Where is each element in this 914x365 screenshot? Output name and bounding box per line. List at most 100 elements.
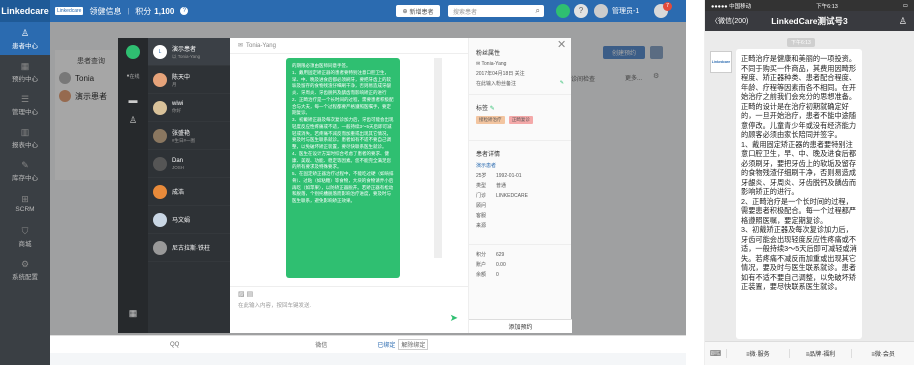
chat-window: ✉ Tonia-Yang 的期限必须由医师同意手签。 1、戴用固定矫正器的患者要特… — [230, 38, 468, 333]
search-placeholder: 搜索患者 — [453, 9, 478, 16]
chat-header: ✉ Tonia-Yang — [230, 38, 468, 54]
follow-date: 2017年04月18日 关注 — [476, 71, 525, 77]
sidebar-item-scrm[interactable]: ⊞ SCRM — [0, 187, 50, 220]
chat-input-area[interactable]: ▨ ▤ 在此输入内容，按回车键发送. ➤ — [230, 286, 468, 333]
avatar[interactable] — [118, 38, 148, 66]
stat-row: 余额 0 — [476, 272, 499, 278]
fan-props-title: 粉丝属性 — [476, 51, 501, 57]
contact-item[interactable]: 张盛艳 #生日#一图 — [148, 122, 230, 150]
detail-row: 门诊 LINKEDCARE — [476, 193, 528, 199]
avatar[interactable] — [594, 4, 608, 18]
profile-icon[interactable]: ♙ — [899, 16, 907, 27]
patient-search-input[interactable]: 搜索患者 ⌕ — [448, 5, 544, 17]
menu-item[interactable]: ≡微·会员 — [852, 349, 914, 358]
contact-item[interactable]: 成浩 — [148, 178, 230, 206]
avatar — [153, 72, 167, 87]
edit-icon[interactable]: ✎ — [490, 106, 495, 112]
patient-details-title: 患者详情 — [476, 152, 501, 158]
notification-badge: 7 — [663, 2, 672, 11]
contact-item[interactable]: Dan JOSH — [148, 150, 230, 178]
fan-name: Tonia-Yang — [481, 61, 507, 67]
tags-title: 标签 ✎ — [476, 106, 495, 112]
phone-chat-body: 下午6:13 Linkedcare 正畸治疗是健康和美丽的一项投资。不同于购买一… — [705, 31, 914, 341]
contact-name: 张盛艳 — [172, 130, 191, 137]
sidebar-item-management[interactable]: ☰ 管理中心 — [0, 88, 50, 121]
contact-item[interactable]: wiwi 你好 — [148, 94, 230, 122]
calendar-icon: ▦ — [20, 60, 30, 71]
contact-item[interactable]: 尼古拉斯·铁柱 — [148, 234, 230, 262]
plus-icon: ⊕ — [402, 8, 408, 15]
chat-input[interactable]: 在此输入内容，按回车键发送. — [230, 301, 468, 309]
menu-item[interactable]: ≡微·服务 — [727, 349, 790, 358]
divider: | — [127, 7, 130, 15]
contact-item[interactable]: 马文娟 — [148, 206, 230, 234]
help-circle-icon[interactable]: ? — [574, 4, 588, 18]
contact-name: wiwi — [172, 101, 184, 107]
send-icon[interactable]: ➤ — [450, 313, 458, 324]
tag[interactable]: 接粒矫治疗 — [476, 116, 505, 124]
top-bar: Linkedcare Linkedcare 领健信息 | 积分 1,100 ? … — [0, 0, 686, 22]
tag[interactable]: 正畸复诊 — [508, 116, 533, 124]
points-value: 1,100 — [154, 6, 175, 16]
unbind-button[interactable]: 解除绑定 — [398, 339, 429, 350]
contact-sub: #生日#一图 — [172, 137, 196, 143]
sidebar-item-patients[interactable]: ♙ 患者中心 — [0, 22, 50, 55]
sidebar-item-mall[interactable]: ⛉ 商城 — [0, 220, 50, 253]
points-label: 积分 — [135, 6, 152, 16]
edit-icon[interactable]: ✎ — [560, 80, 564, 87]
phone-status-bar: ●●●●● 中国移动 下午6:13 ▭ — [705, 0, 914, 11]
contacts-icon[interactable]: ♙ — [118, 110, 148, 130]
wechat-icon: ✉ — [476, 61, 481, 67]
phone-nav-bar: 〈微信(200) LinkedCare测试号3 ♙ — [705, 11, 914, 31]
stat-row: 积分 629 — [476, 252, 505, 258]
chart-icon: ▥ — [20, 126, 30, 137]
clock: 下午6:13 — [816, 3, 838, 10]
avatar: Linkedcare — [710, 51, 732, 73]
qq-label: QQ — [170, 341, 180, 348]
menu-item[interactable]: ≡品牌·福利 — [790, 349, 853, 358]
detail-row: 来源 — [476, 223, 487, 229]
user-name[interactable]: 管理员-1 — [612, 6, 639, 16]
contact-item[interactable]: L 演示患者以 Tonia-Yang — [148, 38, 230, 66]
contact-sub: 你好 — [172, 108, 181, 113]
add-appointment-button[interactable]: 添加预约 — [469, 319, 572, 333]
wechat-icon[interactable] — [556, 4, 570, 18]
image-icon[interactable]: ▨ — [238, 291, 245, 298]
scrollbar[interactable] — [434, 58, 442, 258]
new-patient-button[interactable]: ⊕ 新增患者 — [396, 5, 440, 17]
avatar: L — [153, 44, 167, 59]
bound-status: 已绑定 — [377, 343, 396, 349]
contact-name: 成浩 — [172, 190, 185, 196]
online-status: ● 在线 — [126, 73, 140, 80]
contact-sub: 月 — [172, 81, 177, 87]
gear-icon: ⚙ — [20, 258, 30, 269]
phone-menu-bar: ⌨ ≡微·服务 ≡品牌·福利 ≡微·会员 — [705, 341, 914, 365]
sidebar-item-settings[interactable]: ⚙ 系统配置 — [0, 253, 50, 286]
fan-note-input[interactable]: 在此输入粉丝备注 — [476, 80, 516, 87]
sidebar-item-label: SCRM — [15, 206, 35, 213]
search-icon[interactable]: ⌕ — [536, 6, 540, 16]
keyboard-icon[interactable]: ⌨ — [705, 349, 727, 358]
chat-header-name: Tonia-Yang — [246, 42, 276, 49]
org-name: 领健信息 — [89, 6, 122, 16]
sidebar-item-label: 库存中心 — [12, 174, 38, 182]
sidebar-item-reports[interactable]: ▥ 报表中心 — [0, 121, 50, 154]
help-icon[interactable]: ? — [180, 7, 189, 15]
sidebar: ♙ 患者中心 ▦ 预约中心 ☰ 管理中心 ▥ 报表中心 ✎ 库存中心 ⊞ SCRM ⛉ 商城 … — [0, 22, 50, 365]
back-button[interactable]: 〈微信(200) — [711, 16, 748, 26]
avatar — [153, 184, 167, 199]
chat-icon[interactable]: ▬ — [118, 90, 148, 110]
app-logo[interactable]: Linkedcare — [0, 0, 50, 22]
grid-icon: ⊞ — [21, 194, 29, 204]
detail-row: 顾问 — [476, 203, 487, 209]
sidebar-item-appointments[interactable]: ▦ 预约中心 — [0, 55, 50, 88]
apps-icon[interactable]: ▦ — [118, 303, 148, 323]
wechat-icon: ✉ — [238, 43, 244, 49]
contact-item[interactable]: 陈天中月 — [148, 66, 230, 94]
sidebar-item-inventory[interactable]: ✎ 库存中心 — [0, 154, 50, 187]
message-time: 下午6:13 — [787, 38, 815, 47]
file-icon[interactable]: ▤ — [247, 291, 254, 298]
sidebar-item-label: 系统配置 — [12, 273, 38, 281]
patient-name-link[interactable]: 演示患者 — [476, 162, 564, 169]
close-icon[interactable]: ✕ — [557, 38, 566, 51]
